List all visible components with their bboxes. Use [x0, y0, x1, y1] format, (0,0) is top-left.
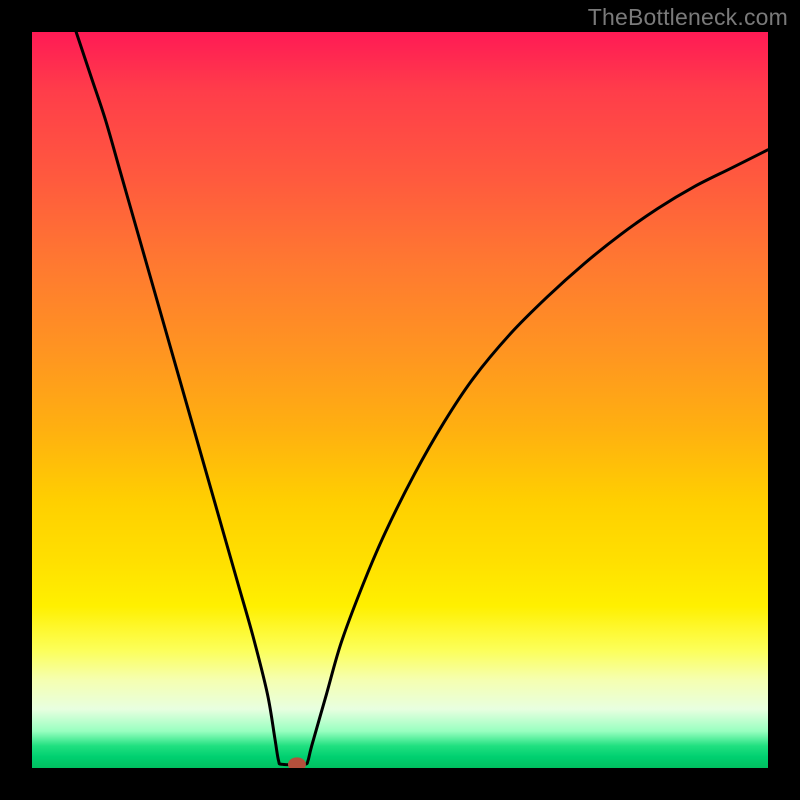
chart-frame: TheBottleneck.com: [0, 0, 800, 800]
plot-area: [32, 32, 768, 768]
optimal-marker: [288, 757, 306, 768]
bottleneck-curve: [32, 32, 768, 768]
watermark-text: TheBottleneck.com: [588, 4, 788, 31]
